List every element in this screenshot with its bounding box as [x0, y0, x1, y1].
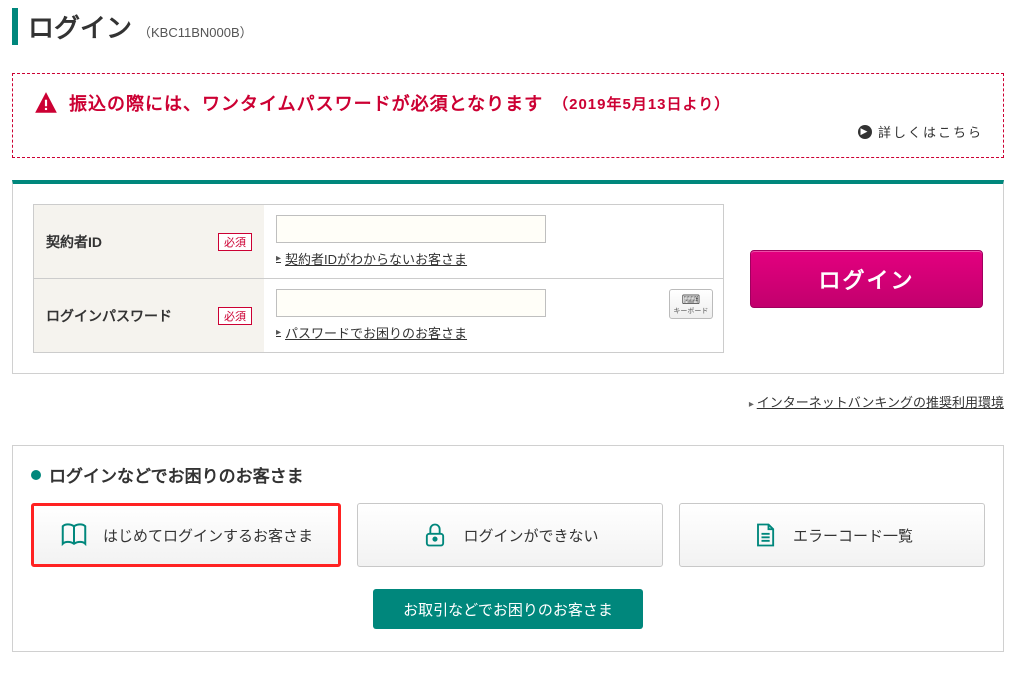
login-button[interactable]: ログイン: [750, 250, 983, 308]
contract-id-input[interactable]: [276, 215, 546, 243]
required-badge: 必須: [218, 307, 252, 325]
card-label: ログインができない: [463, 525, 598, 546]
software-keyboard-button[interactable]: ⌨ キーボード: [669, 289, 713, 319]
notice-detail-link[interactable]: ▶ 詳しくはこちら: [33, 122, 983, 141]
login-form: 契約者ID 必須 契約者IDがわからないお客さま ログインパスワード 必須 パス…: [33, 204, 724, 353]
help-card-error-codes[interactable]: エラーコード一覧: [679, 503, 985, 567]
page-code: （KBC11BN000B）: [138, 22, 253, 41]
id-label-text: 契約者ID: [46, 232, 102, 252]
notice-date: （2019年5月13日より）: [553, 93, 730, 114]
password-input[interactable]: [276, 289, 546, 317]
help-card-cannot-login[interactable]: ログインができない: [357, 503, 663, 567]
notice-message: 振込の際には、ワンタイムパスワードが必須となります （2019年5月13日より）: [33, 90, 983, 116]
bullet-icon: [31, 470, 41, 480]
recommended-env-link[interactable]: インターネットバンキングの推奨利用環境: [12, 392, 1004, 411]
row-password: ログインパスワード 必須 パスワードでお困りのお客さま ⌨ キーボード: [34, 279, 723, 352]
label-password: ログインパスワード 必須: [34, 279, 264, 352]
help-heading: ログインなどでお困りのお客さま: [31, 462, 985, 487]
help-cards: はじめてログインするお客さま ログインができない エラーコード一覧: [31, 503, 985, 567]
pw-help-link[interactable]: パスワードでお困りのお客さま: [276, 323, 711, 342]
title-text: ログイン: [28, 8, 132, 45]
more-help-button[interactable]: お取引などでお困りのお客さま: [373, 589, 643, 629]
keyboard-icon: ⌨: [682, 293, 701, 306]
required-badge: 必須: [218, 233, 252, 251]
lock-icon: [421, 519, 449, 551]
help-section: ログインなどでお困りのお客さま はじめてログインするお客さま ログインができない…: [12, 445, 1004, 652]
id-help-link[interactable]: 契約者IDがわからないお客さま: [276, 249, 711, 268]
login-panel: 契約者ID 必須 契約者IDがわからないお客さま ログインパスワード 必須 パス…: [12, 180, 1004, 374]
notice-box: 振込の際には、ワンタイムパスワードが必須となります （2019年5月13日より）…: [12, 73, 1004, 158]
page-title: ログイン （KBC11BN000B）: [12, 8, 1004, 45]
notice-text: 振込の際には、ワンタイムパスワードが必須となります: [69, 90, 543, 116]
card-label: エラーコード一覧: [793, 525, 913, 546]
label-contract-id: 契約者ID 必須: [34, 205, 264, 278]
cell-password: パスワードでお困りのお客さま ⌨ キーボード: [264, 279, 723, 352]
card-label: はじめてログインするお客さま: [103, 525, 313, 546]
book-icon: [59, 519, 89, 551]
arrow-right-icon: ▶: [858, 125, 872, 139]
help-card-first-login[interactable]: はじめてログインするお客さま: [31, 503, 341, 567]
document-icon: [751, 519, 779, 551]
keyboard-label: キーボード: [673, 306, 708, 316]
warning-icon: [33, 90, 59, 116]
notice-detail-text: 詳しくはこちら: [878, 122, 983, 141]
pw-label-text: ログインパスワード: [46, 306, 172, 326]
row-contract-id: 契約者ID 必須 契約者IDがわからないお客さま: [34, 205, 723, 279]
cell-contract-id: 契約者IDがわからないお客さま: [264, 205, 723, 278]
